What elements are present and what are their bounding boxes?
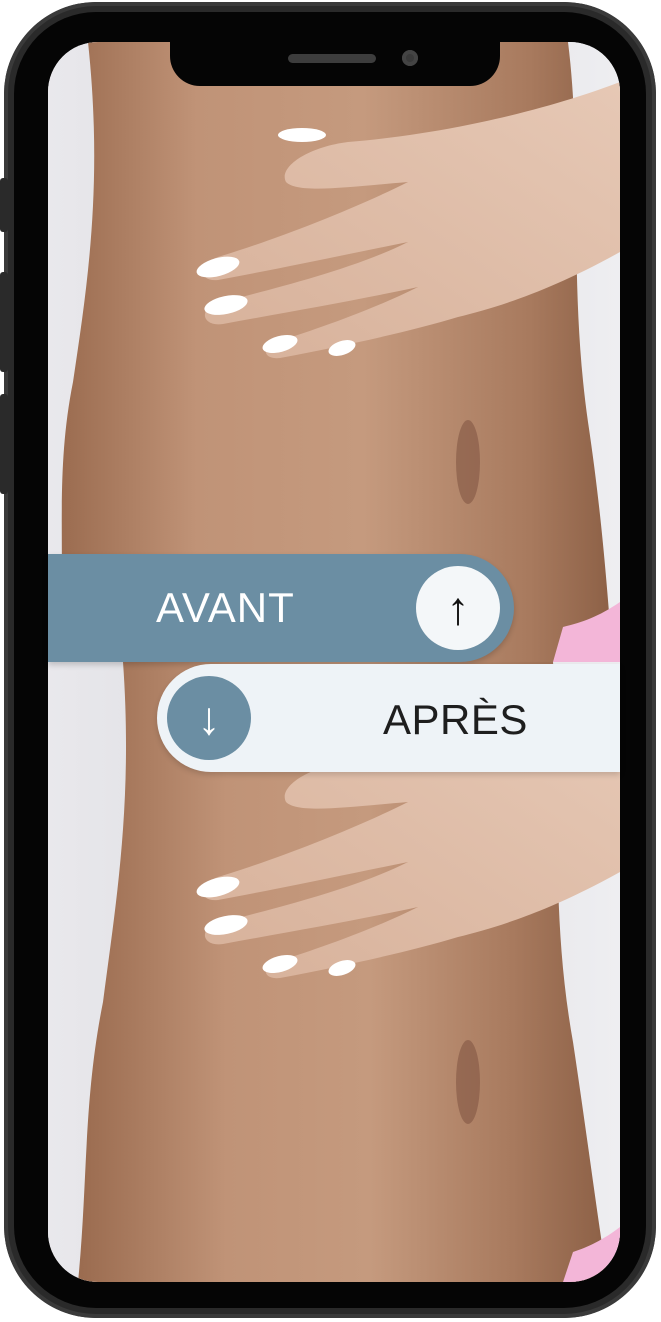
before-label: AVANT [156, 584, 295, 631]
arrow-up-icon[interactable]: ↑ [416, 566, 500, 650]
after-label-bar[interactable]: ↓ APRÈS [157, 664, 620, 772]
phone-notch [170, 42, 500, 86]
before-label-bar[interactable]: AVANT ↑ [48, 554, 514, 662]
arrow-down-icon[interactable]: ↓ [167, 676, 251, 760]
mute-switch [0, 178, 8, 232]
volume-up-button [0, 272, 8, 372]
volume-down-button [0, 394, 8, 494]
phone-screen [48, 42, 620, 1282]
after-label: APRÈS [383, 696, 528, 743]
front-camera [402, 50, 418, 66]
speaker-grille [288, 54, 376, 63]
